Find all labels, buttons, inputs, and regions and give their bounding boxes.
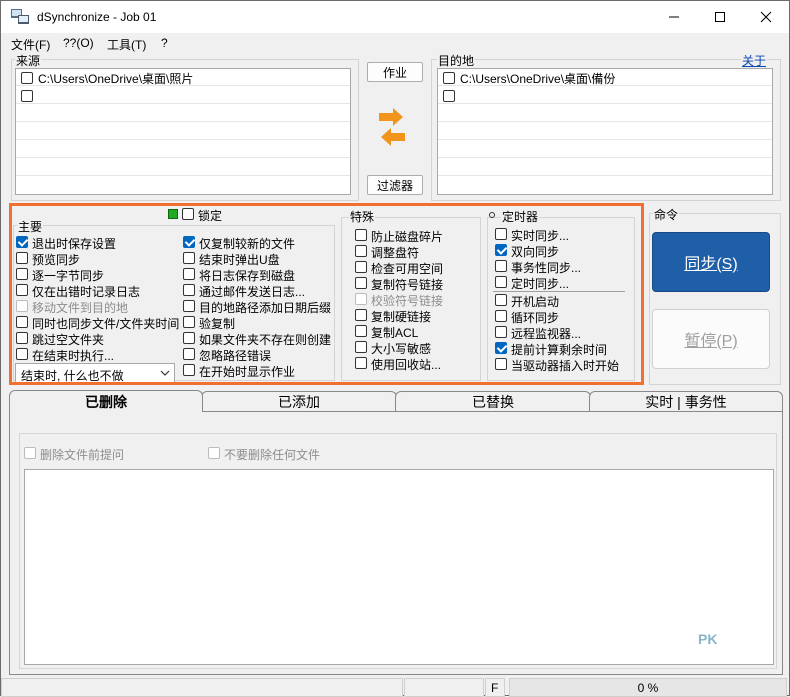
status-flag: F [491, 681, 499, 695]
maximize-icon [715, 12, 725, 22]
tab-realtime-transactional[interactable]: 实时 | 事务性 [589, 391, 783, 411]
destination-label: 目的地 [437, 52, 476, 69]
deleted-files-list[interactable] [24, 469, 774, 665]
list-item [16, 105, 350, 122]
list-item [438, 159, 772, 176]
menu-options[interactable]: ??(O) [63, 36, 94, 50]
list-item [16, 159, 350, 176]
maximize-button[interactable] [697, 1, 743, 33]
tab-deleted[interactable]: 已删除 [9, 390, 203, 412]
menu-tools[interactable]: 工具(T) [107, 36, 146, 53]
list-item [16, 123, 350, 140]
list-item [438, 123, 772, 140]
status-segment [404, 678, 484, 697]
destination-row-checkbox[interactable] [443, 72, 455, 84]
source-list[interactable]: C:\Users\OneDrive\桌面\照片 [15, 68, 351, 195]
list-item[interactable]: C:\Users\OneDrive\桌面\照片 [16, 69, 350, 86]
job-button[interactable]: 作业 [367, 62, 423, 82]
about-link[interactable]: 关于 [741, 52, 768, 69]
sync-direction-arrows-icon [379, 108, 405, 146]
watermark: PK [698, 631, 718, 647]
options-highlight-frame [9, 203, 644, 385]
source-row-checkbox[interactable] [21, 90, 33, 102]
list-item[interactable]: C:\Users\OneDrive\桌面\備份 [438, 69, 772, 86]
menu-help[interactable]: ? [161, 36, 168, 50]
sync-button[interactable]: 同步(S) [652, 232, 770, 292]
list-item [438, 105, 772, 122]
source-row-checkbox[interactable] [21, 72, 33, 84]
close-icon [760, 11, 772, 23]
app-window: dSynchronize - Job 01 文件(F) ??(O) 工具(T) … [0, 0, 790, 697]
destination-row-checkbox[interactable] [443, 90, 455, 102]
title-bar: dSynchronize - Job 01 [1, 1, 789, 33]
never-delete-checkbox[interactable] [208, 447, 220, 459]
list-item [438, 141, 772, 158]
ask-before-delete-checkbox[interactable] [24, 447, 36, 459]
list-item[interactable] [438, 87, 772, 104]
progress-bar: 0 % [509, 678, 787, 697]
tab-replaced[interactable]: 已替换 [395, 391, 591, 411]
source-label: 来源 [15, 52, 42, 69]
minimize-button[interactable] [651, 1, 697, 33]
destination-list[interactable]: C:\Users\OneDrive\桌面\備份 [437, 68, 773, 195]
minimize-icon [669, 16, 679, 18]
list-item [16, 141, 350, 158]
filter-button[interactable]: 过滤器 [367, 175, 423, 195]
close-button[interactable] [743, 1, 789, 33]
command-label: 命令 [653, 206, 680, 223]
app-icon [11, 9, 29, 24]
ask-before-delete-label: 删除文件前提问 [40, 448, 125, 462]
source-path: C:\Users\OneDrive\桌面\照片 [38, 72, 194, 86]
menu-bar: 文件(F) ??(O) 工具(T) ? [1, 33, 789, 53]
list-item[interactable] [16, 87, 350, 104]
status-segment [1, 678, 403, 697]
tab-added[interactable]: 已添加 [201, 391, 397, 411]
status-flag-segment: F [485, 678, 505, 697]
destination-path: C:\Users\OneDrive\桌面\備份 [460, 72, 616, 86]
window-title: dSynchronize - Job 01 [37, 10, 157, 24]
pause-button[interactable]: 暂停(P) [652, 309, 770, 369]
never-delete-label: 不要删除任何文件 [224, 448, 321, 462]
menu-file[interactable]: 文件(F) [11, 36, 50, 53]
progress-text: 0 % [637, 681, 659, 695]
